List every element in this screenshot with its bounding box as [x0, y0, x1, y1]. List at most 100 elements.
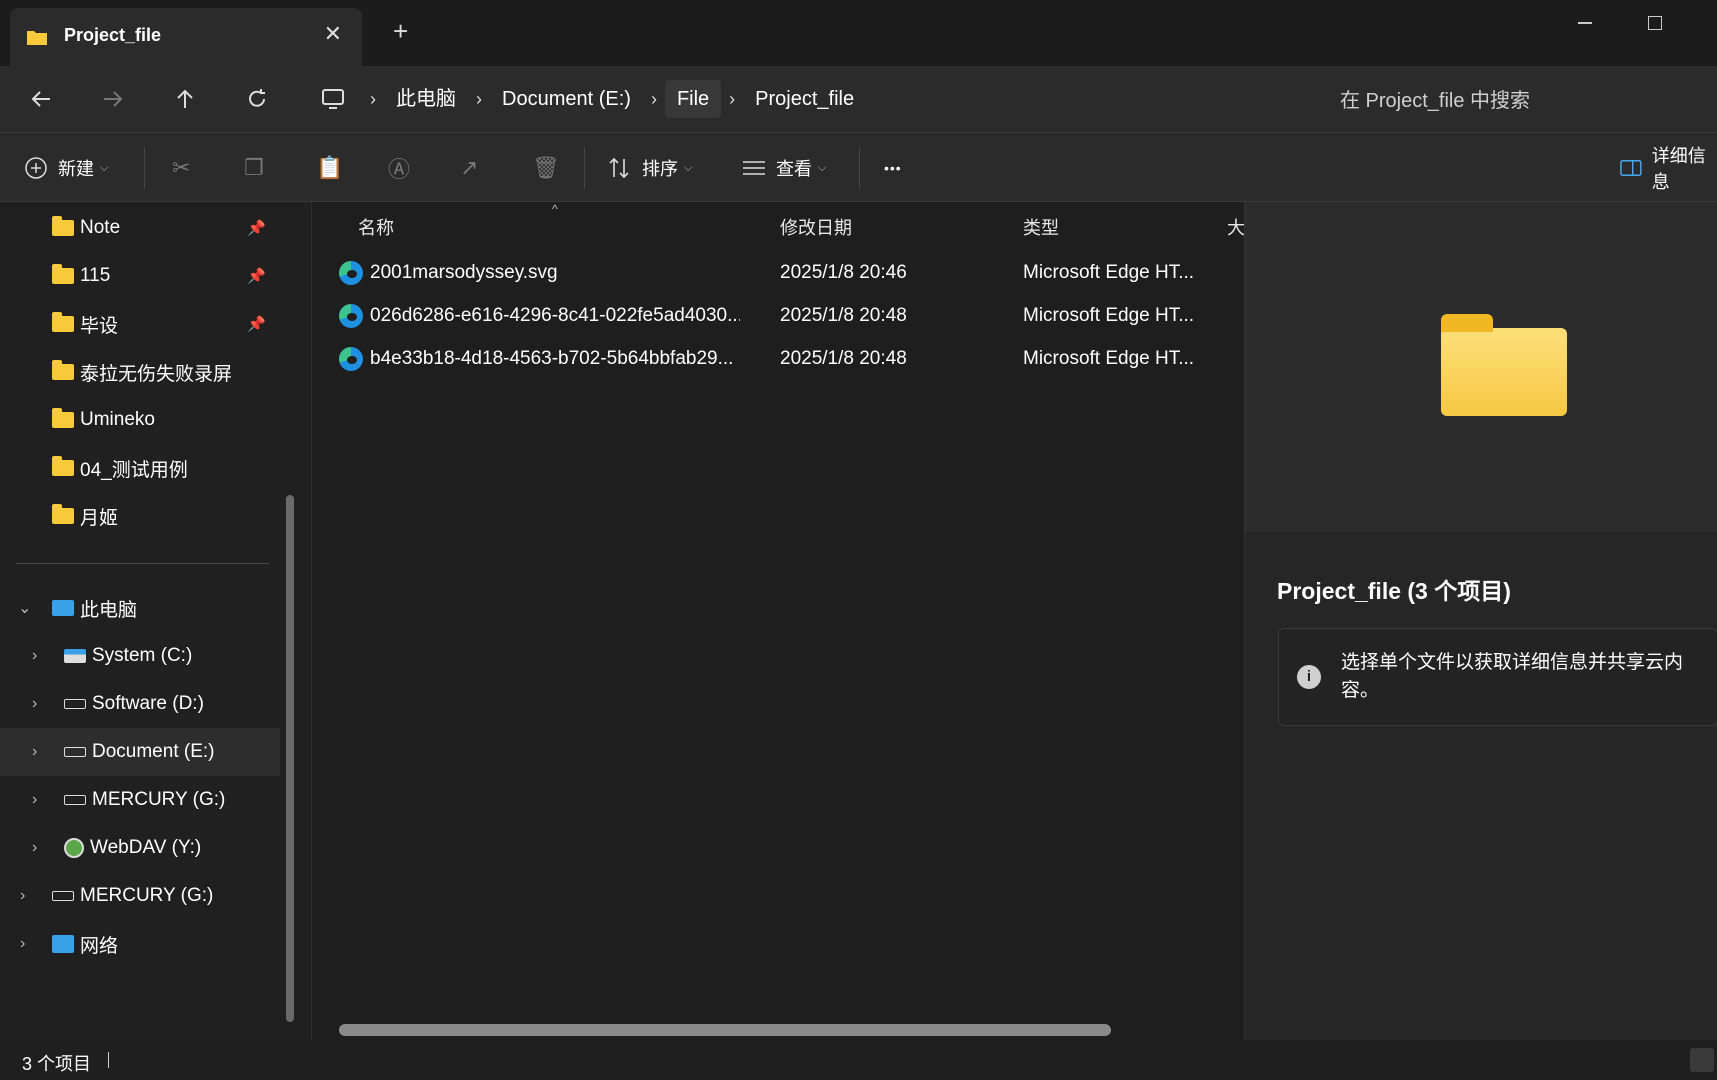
maximize-button[interactable]: [1648, 16, 1662, 30]
file-row[interactable]: b4e33b18-4d18-4563-b702-5b64bbfab29... 2…: [312, 338, 1245, 380]
nav-item-drive-g[interactable]: › MERCURY (G:): [0, 776, 280, 824]
file-row[interactable]: 026d6286-e616-4296-8c41-022fe5ad4030... …: [312, 295, 1245, 337]
forward-button[interactable]: [98, 84, 128, 114]
column-header-size[interactable]: 大: [1227, 214, 1245, 240]
search-input[interactable]: 在 Project_file 中搜索: [1340, 84, 1530, 113]
nav-item-network[interactable]: › 网络: [0, 920, 280, 968]
nav-label: Document (E:): [92, 741, 215, 762]
breadcrumb: › 此电脑 › Document (E:) › File › Project_f…: [362, 80, 866, 118]
folder-icon: [52, 456, 74, 476]
nav-label: MERCURY (G:): [92, 789, 226, 810]
horizontal-scrollbar[interactable]: [339, 1024, 1111, 1036]
chevron-right-icon[interactable]: ›: [32, 647, 37, 665]
nav-item-drive-d[interactable]: › Software (D:): [0, 680, 280, 728]
nav-divider: [16, 563, 269, 564]
nav-item-this-pc[interactable]: ⌄ 此电脑: [0, 584, 280, 632]
sort-button[interactable]: 排序 ⌵: [608, 133, 692, 203]
network-icon: [52, 935, 74, 953]
nav-item-terraria[interactable]: 泰拉无伤失败录屏: [0, 348, 280, 396]
file-name: 2001marsodyssey.svg: [370, 262, 558, 283]
breadcrumb-separator: ›: [650, 88, 657, 109]
column-header-date[interactable]: 修改日期: [780, 214, 852, 240]
nav-label: 04_测试用例: [80, 459, 188, 481]
folder-icon: [52, 264, 74, 284]
computer-icon: [52, 600, 74, 616]
nav-item-tsukihime[interactable]: 月姬: [0, 492, 280, 540]
rename-button[interactable]: Ⓐ: [388, 133, 410, 203]
column-header-type[interactable]: 类型: [1023, 214, 1059, 240]
close-tab-icon[interactable]: ✕: [324, 21, 342, 47]
nav-label: 115: [80, 265, 111, 286]
preview-area: [1245, 202, 1717, 532]
scissors-icon: ✂: [172, 155, 191, 180]
rename-icon: Ⓐ: [388, 157, 411, 182]
share-button[interactable]: ↗: [460, 133, 478, 203]
nav-item-bishe[interactable]: 毕设 📌: [0, 300, 280, 348]
details-title: Project_file (3 个项目): [1277, 578, 1511, 604]
more-options-button[interactable]: •••: [884, 133, 902, 203]
breadcrumb-this-pc[interactable]: 此电脑: [384, 80, 468, 118]
chevron-right-icon[interactable]: ›: [32, 839, 37, 857]
chevron-down-icon[interactable]: ⌄: [18, 598, 31, 618]
view-button[interactable]: 查看 ⌵: [742, 133, 826, 203]
address-bar: › 此电脑 › Document (E:) › File › Project_f…: [0, 66, 1717, 132]
nav-item-drive-c[interactable]: › System (C:): [0, 632, 280, 680]
nav-item-test-cases[interactable]: 04_测试用例: [0, 444, 280, 492]
copy-button[interactable]: ❐: [244, 133, 264, 203]
sidebar-scrollbar[interactable]: [286, 495, 294, 1022]
pc-location-button[interactable]: [318, 84, 348, 114]
nav-item-note[interactable]: Note 📌: [0, 204, 280, 252]
drive-icon: [64, 795, 86, 805]
new-button[interactable]: 新建 ⌵: [24, 133, 108, 203]
nav-item-drive-e[interactable]: › Document (E:): [0, 728, 280, 776]
breadcrumb-project-file[interactable]: Project_file: [743, 80, 866, 118]
nav-label: 月姬: [80, 507, 119, 529]
info-icon: i: [1297, 665, 1321, 689]
chevron-right-icon[interactable]: ›: [32, 791, 37, 809]
file-name: 026d6286-e616-4296-8c41-022fe5ad4030...: [370, 305, 740, 326]
back-button[interactable]: [26, 84, 56, 114]
nav-item-umineko[interactable]: Umineko: [0, 396, 280, 444]
chevron-right-icon[interactable]: ›: [20, 935, 25, 953]
plus-circle-icon: [25, 157, 47, 179]
breadcrumb-document-e[interactable]: Document (E:): [490, 80, 643, 118]
folder-icon: [52, 312, 74, 332]
status-divider: [108, 1052, 109, 1068]
nav-item-115[interactable]: 115 📌: [0, 252, 280, 300]
breadcrumb-file[interactable]: File: [664, 80, 722, 118]
minimize-button[interactable]: [1578, 22, 1592, 24]
tab-project-file[interactable]: Project_file ✕: [10, 8, 362, 66]
nav-item-webdav[interactable]: › WebDAV (Y:): [0, 824, 280, 872]
up-button[interactable]: [170, 84, 200, 114]
column-header-name[interactable]: 名称: [358, 214, 394, 240]
file-type: Microsoft Edge HT...: [1023, 262, 1195, 283]
file-explorer-window: Project_file ✕ + › 此电脑 › Document (E:) ›: [0, 0, 1717, 1080]
navigation-pane: Note 📌 115 📌 毕设 📌 泰拉无伤失败录屏 Umineko 04_测试用例 …: [0, 202, 310, 1040]
chevron-right-icon[interactable]: ›: [20, 887, 25, 905]
cut-button[interactable]: ✂: [172, 133, 190, 203]
file-row[interactable]: 2001marsodyssey.svg 2025/1/8 20:46 Micro…: [312, 252, 1245, 294]
edge-file-icon: [339, 304, 363, 328]
globe-icon: [64, 838, 84, 858]
title-bar: Project_file ✕ +: [0, 0, 1717, 66]
pin-icon[interactable]: 📌: [247, 267, 266, 285]
refresh-button[interactable]: [242, 84, 272, 114]
chevron-right-icon[interactable]: ›: [32, 743, 37, 761]
arrow-left-icon: [31, 91, 50, 107]
toolbar-divider: [144, 147, 145, 189]
pin-icon[interactable]: 📌: [247, 219, 266, 237]
paste-button[interactable]: 📋: [316, 133, 343, 203]
chevron-right-icon[interactable]: ›: [32, 695, 37, 713]
command-bar: 新建 ⌵ ✂ ❐ 📋 Ⓐ ↗ 🗑 排序 ⌵ 查看 ⌵ ••• 详细信息: [0, 132, 1717, 202]
sort-label: 排序: [642, 159, 678, 179]
new-tab-button[interactable]: +: [393, 18, 408, 44]
copy-icon: ❐: [244, 155, 264, 180]
details-pane-button[interactable]: 详细信息: [1620, 133, 1717, 203]
details-view-toggle[interactable]: [1690, 1048, 1714, 1072]
pin-icon[interactable]: 📌: [247, 315, 266, 333]
breadcrumb-separator: ›: [370, 88, 376, 109]
nav-item-mercury-root[interactable]: › MERCURY (G:): [0, 872, 280, 920]
file-type: Microsoft Edge HT...: [1023, 348, 1195, 369]
delete-button[interactable]: 🗑: [532, 133, 560, 203]
large-folder-icon: [1441, 314, 1567, 416]
